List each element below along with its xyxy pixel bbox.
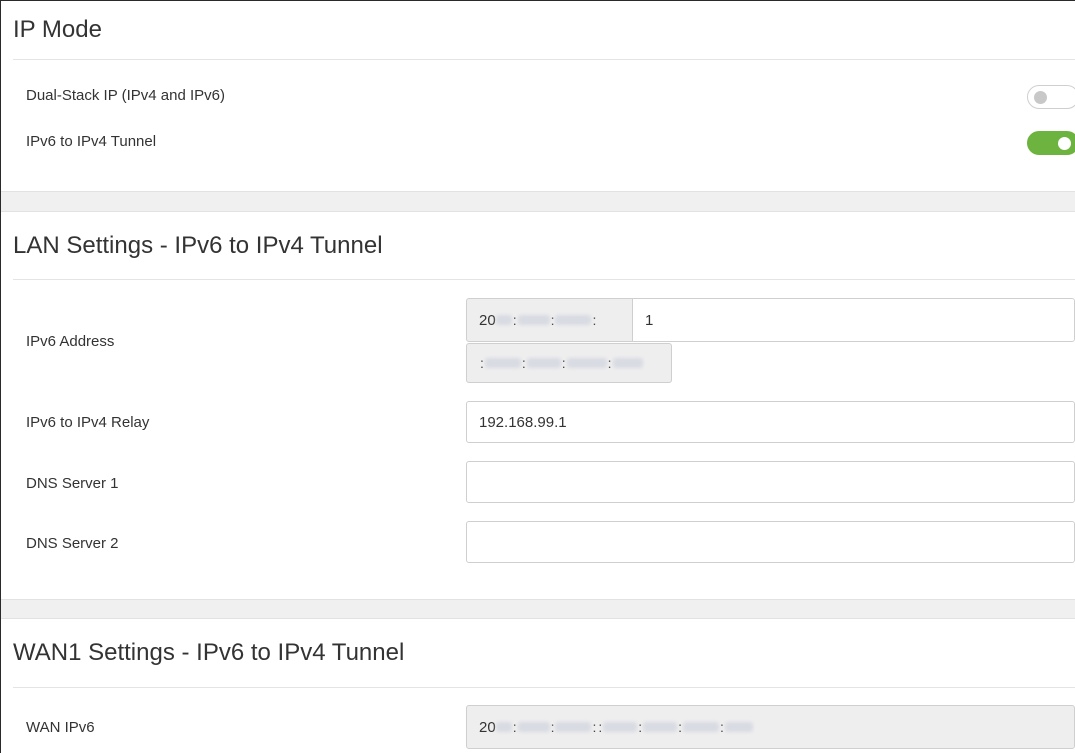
toggle-knob xyxy=(1058,137,1071,150)
redacted-block xyxy=(495,722,512,732)
redacted-block xyxy=(612,358,643,368)
lan-settings-panel: LAN Settings - IPv6 to IPv4 Tunnel IPv6 … xyxy=(1,212,1075,599)
redacted-block xyxy=(603,722,638,732)
ip-mode-title: IP Mode xyxy=(13,16,102,43)
dns-server-1-input[interactable] xyxy=(466,461,1075,503)
redacted-block xyxy=(484,358,521,368)
dual-stack-toggle[interactable] xyxy=(1027,85,1075,109)
toggle-knob xyxy=(1034,91,1047,104)
ipv6-interface-id-field: : : : : xyxy=(466,343,672,383)
tunnel-label: IPv6 to IPv4 Tunnel xyxy=(26,133,157,150)
ipv6-address-label: IPv6 Address xyxy=(26,333,115,350)
lan-settings-divider xyxy=(13,279,1075,280)
redacted-block xyxy=(495,315,512,325)
wan-ipv6-field: 20 : : : : : : : xyxy=(466,705,1075,749)
settings-page: IP Mode Dual-Stack IP (IPv4 and IPv6) IP… xyxy=(0,0,1075,753)
tunnel-toggle[interactable] xyxy=(1027,131,1075,155)
wan-ipv6-label: WAN IPv6 xyxy=(26,719,95,736)
relay-label: IPv6 to IPv4 Relay xyxy=(26,414,150,431)
redacted-block xyxy=(526,358,561,368)
wan1-settings-title: WAN1 Settings - IPv6 to IPv4 Tunnel xyxy=(13,639,405,666)
dual-stack-label: Dual-Stack IP (IPv4 and IPv6) xyxy=(26,87,225,104)
redacted-block xyxy=(683,722,720,732)
wan-ipv6-start: 20 xyxy=(479,718,496,736)
lan-settings-title: LAN Settings - IPv6 to IPv4 Tunnel xyxy=(13,231,383,259)
dns-server-2-input[interactable] xyxy=(466,521,1075,563)
dns-server-1-label: DNS Server 1 xyxy=(26,475,119,492)
ipv6-prefix-field: 20 : : : xyxy=(466,298,633,342)
section-gap xyxy=(1,191,1075,212)
redacted-block xyxy=(724,722,753,732)
ip-mode-panel: IP Mode Dual-Stack IP (IPv4 and IPv6) IP… xyxy=(1,1,1075,191)
dns-server-2-label: DNS Server 2 xyxy=(26,535,119,552)
wan1-settings-panel: WAN1 Settings - IPv6 to IPv4 Tunnel WAN … xyxy=(1,619,1075,753)
relay-input[interactable] xyxy=(466,401,1075,443)
redacted-block xyxy=(566,358,607,368)
redacted-block xyxy=(643,722,678,732)
section-gap xyxy=(1,599,1075,619)
ip-mode-divider xyxy=(13,59,1075,60)
redacted-block xyxy=(517,722,550,732)
wan1-settings-divider xyxy=(13,687,1075,688)
redacted-block xyxy=(555,722,592,732)
ipv6-suffix-input[interactable] xyxy=(632,298,1075,342)
redacted-block xyxy=(517,315,550,325)
redacted-block xyxy=(555,315,592,325)
ipv6-prefix-start: 20 xyxy=(479,311,496,329)
